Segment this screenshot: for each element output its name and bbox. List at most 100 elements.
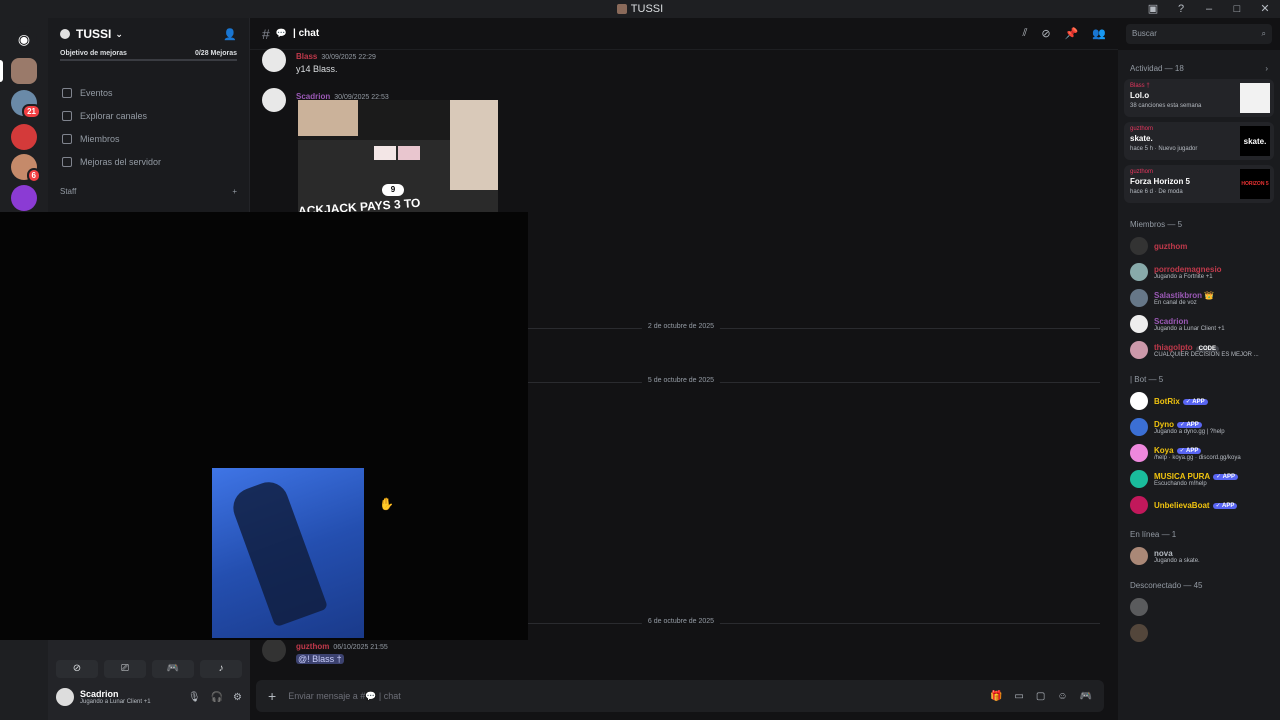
headphones-icon[interactable]: 🎧 — [211, 692, 223, 703]
activity-thumb: skate. — [1240, 126, 1270, 156]
message-author[interactable]: Blass — [296, 52, 317, 61]
server-badge: 6 — [26, 168, 41, 183]
user-status: Jugando a Lunar Client +1 — [80, 699, 151, 705]
bot-item[interactable]: Koya ✓ APP/help · koya.gg · discord.gg/ko… — [1118, 440, 1280, 466]
discord-home-icon[interactable]: ◉ — [11, 26, 37, 52]
avatar — [1130, 598, 1148, 616]
selected-pill — [0, 60, 3, 82]
microphone-icon[interactable]: 🎙 — [188, 692, 201, 703]
member-item[interactable]: thiagolpto CODE CUALQUIER DECISION ES MEJO… — [1118, 337, 1280, 363]
gear-icon[interactable]: ⚙ — [233, 692, 242, 703]
member-item[interactable] — [1118, 620, 1280, 646]
server-item[interactable]: 6 — [11, 154, 41, 183]
category-staff[interactable]: Staff + — [48, 187, 249, 196]
avatar — [1130, 470, 1148, 488]
message-time: 30/09/2025 22:29 — [321, 54, 376, 61]
member-status: Jugando a Lunar Client +1 — [1154, 325, 1225, 332]
member-item[interactable]: porrodemagnesio Jugando a Fortnite +1 — [1118, 259, 1280, 285]
channel-boosts[interactable]: Mejoras del servidor — [48, 150, 249, 173]
soundboard-button[interactable]: ♪ — [200, 660, 242, 678]
guild-header[interactable]: TUSSI ⌄ 👤 — [48, 18, 249, 50]
threads-icon[interactable]: ⫽ — [1022, 27, 1027, 40]
video-figure — [227, 476, 329, 628]
stream-video[interactable] — [212, 468, 364, 638]
app-badge: ✓ APP — [1182, 398, 1208, 405]
channel-members[interactable]: Miembros — [48, 127, 249, 150]
stream-overlay[interactable] — [0, 212, 528, 640]
activity-thumb — [1240, 83, 1270, 113]
app-badge: ✓ APP — [1176, 447, 1202, 454]
date-label: 2 de octubre de 2025 — [641, 323, 721, 330]
close-icon[interactable]: ✕ — [1258, 2, 1272, 16]
bot-status: Escuchando m!help — [1154, 480, 1207, 487]
avatar — [1130, 289, 1148, 307]
gift-icon[interactable]: 🎁 — [990, 691, 1002, 702]
member-item[interactable]: Scadrion Jugando a Lunar Client +1 — [1118, 311, 1280, 337]
sticker-icon[interactable]: ▢ — [1036, 691, 1045, 702]
image-hand — [298, 100, 358, 136]
avatar — [1130, 547, 1148, 565]
pin-icon[interactable]: 📌 — [1065, 27, 1079, 40]
minimize-icon[interactable]: – — [1202, 2, 1216, 16]
activity-card[interactable]: guzthom skate. hace 5 h · Nuevo jugador … — [1124, 122, 1274, 160]
bot-status: /help · koya.gg · discord.gg/koya — [1154, 454, 1241, 461]
avatar — [1130, 444, 1148, 462]
server-item[interactable]: 21 — [11, 90, 41, 119]
chevron-right-icon[interactable]: › — [1265, 64, 1268, 73]
server-item[interactable] — [11, 124, 37, 150]
avatar — [262, 48, 286, 72]
gif-icon[interactable]: ▭ — [1014, 691, 1023, 702]
message[interactable]: Blass 30/09/2025 22:29 y14 Blass. — [262, 48, 376, 74]
member-item[interactable]: guzthom — [1118, 233, 1280, 259]
invite-icon[interactable]: 👤 — [223, 28, 237, 41]
activity-card[interactable]: guzthom Forza Horizon 5 hace 6 d · De mo… — [1124, 165, 1274, 203]
boost-goal[interactable]: Objetivo de mejoras 0/28 Mejoras — [48, 50, 249, 57]
search-input[interactable]: Buscar ⌕ — [1126, 24, 1272, 44]
add-channel-icon[interactable]: + — [232, 187, 237, 196]
message-composer[interactable]: + Enviar mensaje a #💬 | chat 🎁 ▭ ▢ ☺ 🎮 — [256, 680, 1104, 712]
member-item[interactable] — [1118, 594, 1280, 620]
channel-name: | chat — [293, 28, 320, 39]
member-name: thiagolpto — [1154, 342, 1193, 352]
member-list-icon[interactable]: 👥 — [1092, 27, 1106, 40]
maximize-icon[interactable]: □ — [1230, 2, 1244, 16]
offline-section-header: Desconectado — 45 — [1130, 581, 1203, 590]
help-icon[interactable]: ? — [1174, 2, 1188, 16]
screenshare-button[interactable]: ⎚ — [104, 660, 146, 678]
member-item[interactable]: nova Jugando a skate. — [1118, 543, 1280, 569]
boost-count: 0/28 Mejoras — [194, 50, 237, 57]
channel-events[interactable]: Eventos — [48, 81, 249, 104]
bot-item[interactable]: MUSICA PURA ✓ APP Escuchando m!help — [1118, 466, 1280, 492]
member-sidebar: Actividad — 18 › Blass † Lol.o 38 cancion… — [1118, 50, 1280, 720]
browse-icon — [62, 110, 72, 121]
activity-button[interactable]: 🎮 — [152, 660, 194, 678]
emoji-icon[interactable]: ☺ — [1057, 691, 1067, 702]
user-mention[interactable]: @! Blass † — [296, 654, 344, 664]
apps-icon[interactable]: 🎮 — [1080, 691, 1092, 702]
date-label: 6 de octubre de 2025 — [641, 618, 721, 625]
notifications-icon[interactable]: ⊘ — [1041, 27, 1050, 40]
bot-item[interactable]: UnbelievaBoat ✓ APP — [1118, 492, 1280, 518]
avatar — [1130, 392, 1148, 410]
bot-item[interactable]: Dyno ✓ APP Jugando a dyno.gg | ?help — [1118, 414, 1280, 440]
attach-icon[interactable]: + — [268, 688, 276, 704]
message[interactable]: guzthom 06/10/2025 21:55 @! Blass † — [262, 638, 388, 664]
server-tussi[interactable] — [11, 58, 37, 84]
activity-card[interactable]: Blass † Lol.o 38 canciones esta semana — [1124, 79, 1274, 117]
inbox-icon[interactable]: ▣ — [1146, 2, 1160, 16]
camera-off-button[interactable]: ⊘ — [56, 660, 98, 678]
user-panel: 📶 Vi ⊘ ⎚ 🎮 ♪ Scadrion Jugando a Lunar Cl… — [48, 616, 250, 720]
composer-placeholder: Enviar mensaje a #💬 | chat — [288, 690, 401, 701]
current-user[interactable]: Scadrion Jugando a Lunar Client +1 🎙 🎧 ⚙ — [48, 684, 250, 710]
members-icon — [62, 133, 72, 144]
bot-name: Dyno — [1154, 419, 1174, 429]
bot-item[interactable]: BotRix ✓ APP — [1118, 388, 1280, 414]
member-item[interactable]: Salastikbron 👑 En canal de voz — [1118, 285, 1280, 311]
server-item[interactable] — [11, 185, 37, 211]
member-name: guzthom — [1154, 241, 1188, 251]
avatar — [262, 638, 286, 662]
activity-header[interactable]: Actividad — 18 › — [1118, 50, 1280, 79]
channel-browse[interactable]: Explorar canales — [48, 104, 249, 127]
message-author[interactable]: guzthom — [296, 642, 329, 651]
bot-name: MUSICA PURA — [1154, 471, 1211, 481]
